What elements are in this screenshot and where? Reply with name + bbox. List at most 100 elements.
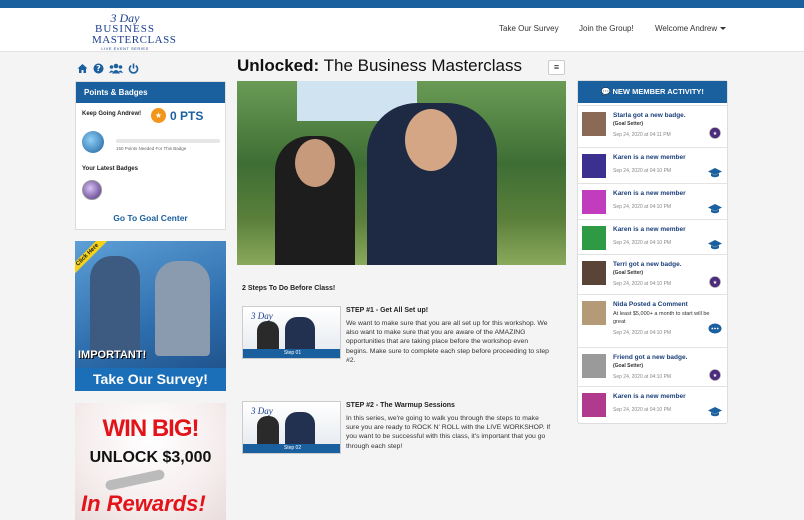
site-logo[interactable]: 3 Day BUSINESS MASTERCLASS LIVE EVENT SE… [92,12,177,52]
logo-line4: LIVE EVENT SERIES [101,46,149,51]
avatar [582,354,606,378]
thumb-person-left [257,416,279,446]
ad-person-right [155,261,210,356]
step-1-description: We want to make sure that you are all se… [346,320,549,364]
ad-person-left [90,256,140,356]
activity-item[interactable]: Friend got a new badge. (Goal Setter) Sep … [578,347,727,386]
activity-panel-title: 💬 NEW MEMBER ACTIVITY! [578,81,727,103]
svg-text:★: ★ [713,373,718,379]
step-1-heading[interactable]: STEP #1 - Get All Set up! [346,307,428,314]
activity-title: Terri got a new badge. [613,261,682,268]
activity-title: Karen is a new member [613,393,686,400]
activity-timestamp: Sep 24, 2020 at 04:10 PM [613,374,672,380]
badge-icon: ★ [708,368,722,381]
thumb-label: Step 01 [243,349,340,358]
help-icon[interactable]: ? [93,61,104,74]
graduation-cap-icon [708,166,722,178]
win-big-ad-banner[interactable]: WIN BIG! UNLOCK $3,000 In Rewards! [75,403,226,520]
quick-icons: ? [77,61,139,74]
users-icon[interactable] [109,61,123,74]
activity-item[interactable]: Karen is a new member Sep 24, 2020 at 04:… [578,386,727,422]
activity-timestamp: Sep 24, 2020 at 04:10 PM [613,240,672,246]
nav-user-menu[interactable]: Welcome Andrew [655,24,727,33]
hamburger-icon: ≡ [553,62,560,72]
avatar [582,190,606,214]
course-video[interactable] [237,81,566,265]
power-icon[interactable] [128,61,139,74]
activity-badge-name: (Goal Setter) [613,121,644,127]
comment-icon: 💬 [601,87,611,96]
points-needed-text: 150 Points Needed For This Badge [116,146,187,151]
activity-item[interactable]: Karen is a new member Sep 24, 2020 at 04:… [578,219,727,255]
nav-join-group[interactable]: Join the Group! [579,24,634,33]
avatar [582,154,606,178]
take-survey-cta[interactable]: Take Our Survey! [75,368,226,391]
graduation-cap-icon [708,405,722,417]
activity-timestamp: Sep 24, 2020 at 04:10 PM [613,204,672,210]
rewards-text: In Rewards! [81,491,206,516]
activity-title-text: NEW MEMBER ACTIVITY! [612,87,704,96]
points-progress-bar [116,139,220,143]
thumb-person-right [285,412,315,446]
member-activity-panel: 💬 NEW MEMBER ACTIVITY! Starla got a new … [577,80,728,424]
activity-title: Nida Posted a Comment [613,301,688,308]
svg-text:★: ★ [713,280,718,286]
latest-badge-image[interactable] [82,180,102,200]
thumb-label: Step 02 [243,444,340,453]
avatar [582,112,606,136]
important-label: IMPORTANT! [78,349,147,361]
logo-line3: MASTERCLASS [92,34,177,46]
page-title: Unlocked: The Business Masterclass [237,56,522,76]
activity-timestamp: Sep 24, 2020 at 04:10 PM [613,281,672,287]
star-icon: ★ [151,108,166,123]
home-icon[interactable] [77,61,88,73]
points-badges-panel: Points & Badges Keep Going Andrew! ★ 0 P… [75,81,226,230]
activity-title: Karen is a new member [613,190,686,197]
welcome-label: Welcome Andrew [655,24,718,33]
video-play-area[interactable] [237,81,566,265]
activity-timestamp: Sep 24, 2020 at 04:10 PM [613,407,672,413]
step-2-heading[interactable]: STEP #2 - The Warmup Sessions [346,402,455,409]
step-1-thumbnail[interactable]: 3 Day Step 01 [242,306,341,359]
airplane-icon [104,468,166,492]
survey-ad-banner[interactable]: Click Here IMPORTANT! Take Our Survey! [75,241,226,391]
thumb-logo: 3 Day [251,406,273,416]
step-2-description: In this series, we're going to walk you … [346,415,551,450]
activity-title: Karen is a new member [613,226,686,233]
nav-take-survey[interactable]: Take Our Survey [499,24,559,33]
activity-item[interactable]: Nida Posted a Comment At least $5,000+ a … [578,294,727,347]
activity-item[interactable]: Karen is a new member Sep 24, 2020 at 04:… [578,183,727,219]
activity-title: Friend got a new badge. [613,354,688,361]
activity-badge-name: (Goal Setter) [613,270,644,276]
avatar [582,226,606,250]
activity-badge-name: (Goal Setter) [613,363,644,369]
activity-timestamp: Sep 24, 2020 at 04:10 PM [613,168,672,174]
next-badge-image [82,131,104,153]
win-big-headline: WIN BIG! [102,415,200,442]
graduation-cap-icon [708,238,722,250]
menu-button[interactable]: ≡ [548,60,565,75]
steps-heading: 2 Steps To Do Before Class! [242,285,336,292]
activity-comment: At least $5,000+ a month to start will b… [613,311,710,325]
activity-title: Karen is a new member [613,154,686,161]
avatar [582,301,606,325]
avatar [582,393,606,417]
svg-text:?: ? [96,64,101,73]
badge-icon: ★ [708,126,722,139]
thumb-logo: 3 Day [251,311,273,321]
thumb-person-left [257,321,279,351]
points-panel-title: Points & Badges [76,82,225,103]
unlock-amount-text: UNLOCK $3,000 [89,449,212,466]
step-2-thumbnail[interactable]: 3 Day Step 02 [242,401,341,454]
activity-item[interactable]: Karen is a new member Sep 24, 2020 at 04:… [578,147,727,183]
activity-title: Starla got a new badge. [613,112,686,119]
title-unlocked: Unlocked: [237,56,320,75]
latest-badges-label: Your Latest Badges [82,166,138,172]
svg-text:★: ★ [713,131,718,137]
avatar [582,261,606,285]
title-course-name: The Business Masterclass [323,56,523,75]
goal-center-link[interactable]: Go To Goal Center [76,213,225,223]
header: 3 Day BUSINESS MASTERCLASS LIVE EVENT SE… [0,8,804,52]
activity-item[interactable]: Terri got a new badge. (Goal Setter) Sep 2… [578,254,727,294]
activity-item[interactable]: Starla got a new badge. (Goal Setter) Sep … [578,105,727,145]
